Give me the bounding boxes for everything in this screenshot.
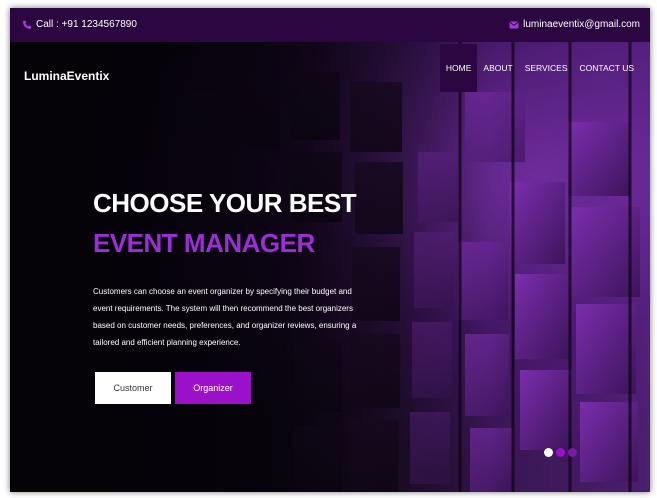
email-text: luminaeventix@gmail.com (523, 19, 640, 30)
top-bar: Call : +91 1234567890 luminaeventix@gmai… (10, 8, 650, 42)
nav-home[interactable]: HOME (439, 44, 478, 92)
hero-title-line1: CHOOSE YOUR BEST (93, 188, 357, 218)
cube-background-image (10, 42, 650, 492)
phone-icon (22, 20, 32, 30)
mail-icon (509, 20, 519, 30)
email-contact[interactable]: luminaeventix@gmail.com (509, 19, 640, 30)
main-nav: HOME ABOUT SERVICES CONTACT US (439, 44, 640, 92)
carousel-dot-3[interactable] (568, 448, 577, 457)
hero-description: Customers can choose an event organizer … (93, 287, 357, 347)
hero-title-line2: EVENT MANAGER (93, 228, 315, 258)
carousel-dot-2[interactable] (556, 448, 565, 457)
carousel-dot-1[interactable] (544, 448, 553, 457)
organizer-button[interactable]: Organizer (175, 372, 251, 404)
phone-contact[interactable]: Call : +91 1234567890 (22, 19, 137, 30)
phone-text: Call : +91 1234567890 (36, 19, 137, 30)
nav-about[interactable]: ABOUT (477, 44, 518, 92)
page-frame: Call : +91 1234567890 luminaeventix@gmai… (10, 8, 650, 492)
customer-button[interactable]: Customer (95, 372, 171, 404)
brand-logo[interactable]: LuminaEventix (24, 69, 109, 83)
carousel-indicators (544, 448, 577, 457)
hero-section (10, 42, 650, 492)
nav-services[interactable]: SERVICES (519, 44, 574, 92)
nav-contact-us[interactable]: CONTACT US (574, 44, 640, 92)
